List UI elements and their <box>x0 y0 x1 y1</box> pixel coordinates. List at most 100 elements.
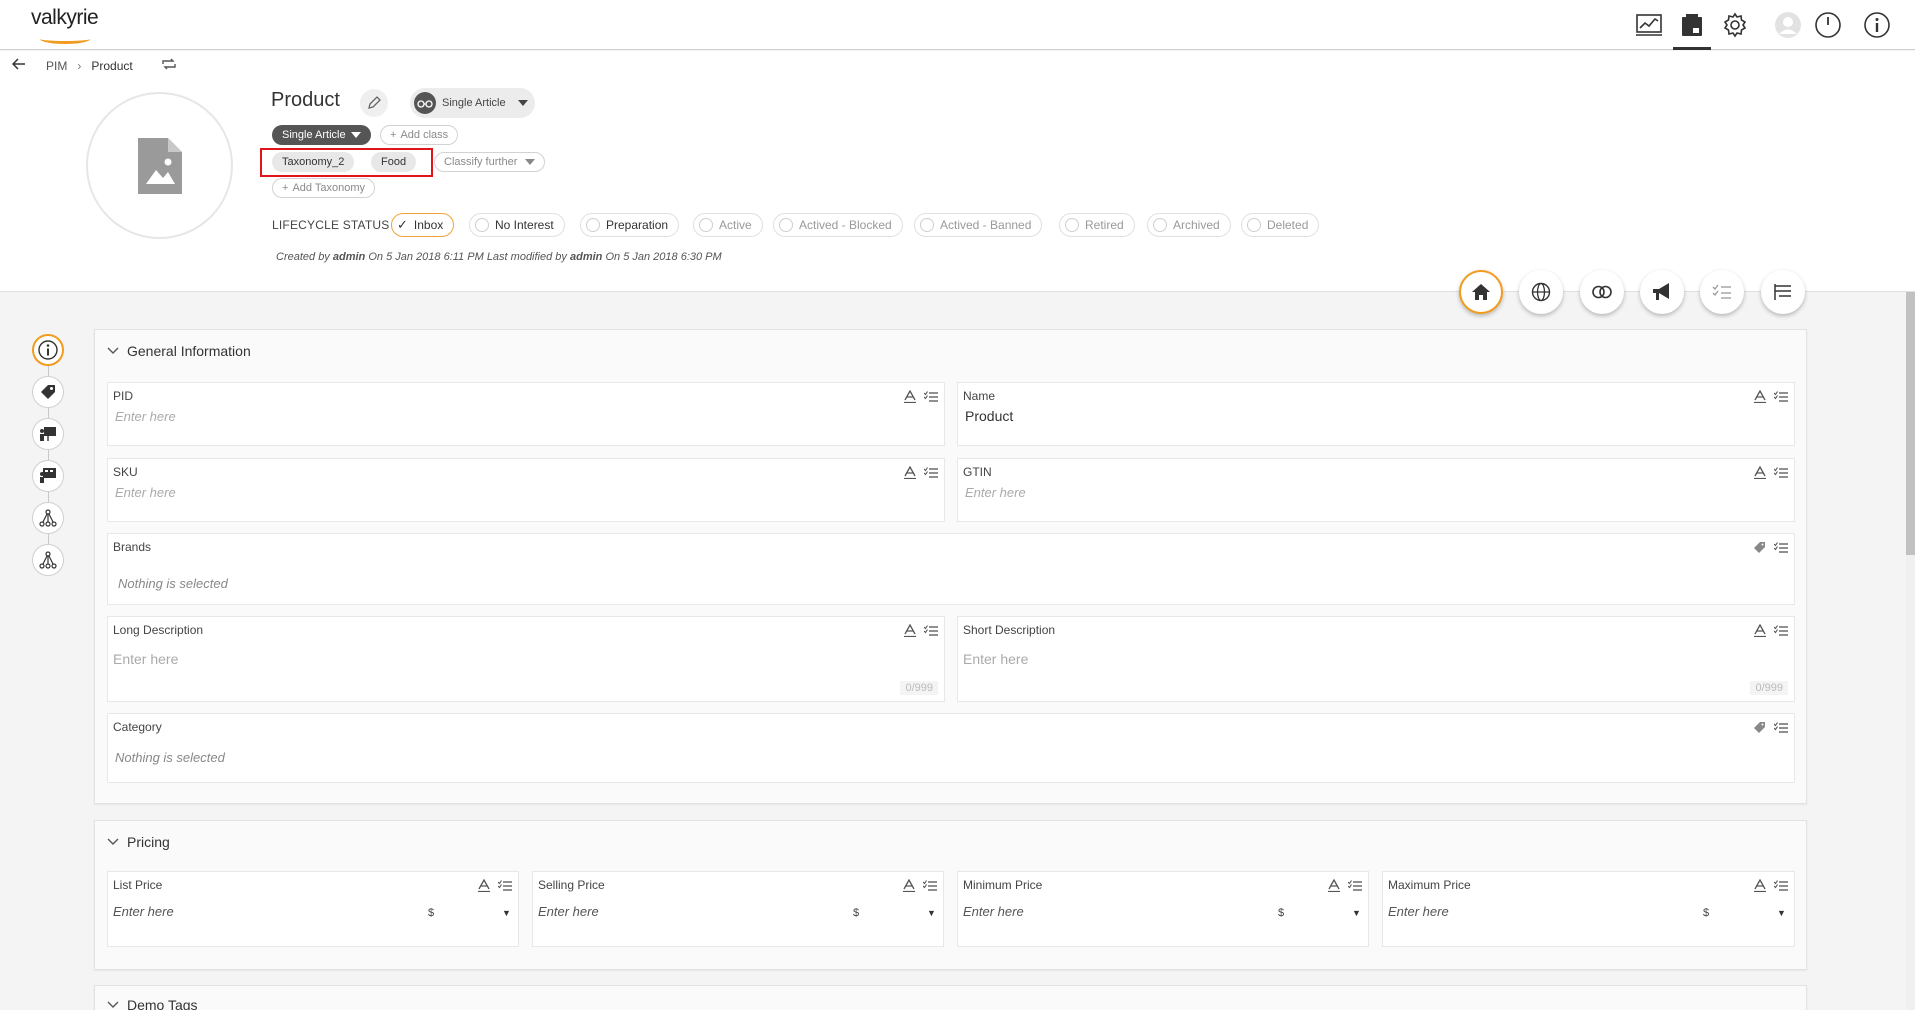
list-options-icon[interactable] <box>1773 721 1788 737</box>
list-options-icon[interactable] <box>1773 466 1788 482</box>
rail-media[interactable] <box>32 460 64 492</box>
pid-input[interactable]: Enter here <box>115 409 176 424</box>
megaphone-icon <box>1653 283 1669 300</box>
class-dropdown[interactable]: Single Article <box>272 125 371 145</box>
home-view-button[interactable] <box>1459 270 1503 314</box>
short-description-input[interactable]: Enter here <box>963 651 1028 667</box>
radio-icon <box>920 218 934 232</box>
status-active[interactable]: Active <box>693 213 763 237</box>
currency-select[interactable]: $ <box>1703 907 1709 919</box>
gtin-input[interactable]: Enter here <box>965 485 1026 500</box>
status-archived[interactable]: Archived <box>1147 213 1231 237</box>
announcement-view-button[interactable] <box>1640 270 1684 314</box>
text-format-icon[interactable] <box>1754 389 1766 406</box>
power-icon[interactable] <box>1813 10 1843 40</box>
selling-price-input[interactable]: Enter here <box>538 904 599 919</box>
status-actived-banned[interactable]: Actived - Banned <box>914 213 1043 237</box>
list-options-icon[interactable] <box>1773 624 1788 640</box>
text-format-icon[interactable] <box>1328 878 1340 895</box>
settings-gear-icon[interactable] <box>1720 10 1750 40</box>
product-image-placeholder[interactable] <box>86 92 233 239</box>
caret-down-icon[interactable]: ▼ <box>502 908 511 918</box>
page-scrollbar-thumb[interactable] <box>1906 292 1915 555</box>
field-label: Minimum Price <box>963 878 1043 892</box>
back-arrow-icon[interactable] <box>11 58 26 73</box>
rail-pricing[interactable] <box>32 376 64 408</box>
category-selector[interactable]: Nothing is selected <box>115 750 225 765</box>
text-format-icon[interactable] <box>1754 623 1766 640</box>
status-preparation[interactable]: Preparation <box>580 213 680 237</box>
refresh-icon[interactable] <box>161 57 177 74</box>
caret-down-icon[interactable]: ▼ <box>1777 908 1786 918</box>
view-selector-dropdown[interactable]: Single Article <box>410 88 535 118</box>
check-icon: ✓ <box>397 217 408 232</box>
caret-down-icon[interactable]: ▼ <box>927 908 936 918</box>
status-actived-blocked[interactable]: Actived - Blocked <box>773 213 903 237</box>
list-options-icon[interactable] <box>923 390 938 406</box>
rail-hierarchy[interactable] <box>32 502 64 534</box>
text-format-icon[interactable] <box>904 465 916 482</box>
info-icon[interactable] <box>1862 10 1892 40</box>
list-options-icon[interactable] <box>497 879 512 895</box>
checklist-view-button[interactable] <box>1700 270 1744 314</box>
list-options-icon[interactable] <box>923 466 938 482</box>
structure-view-button[interactable] <box>1761 270 1805 314</box>
demo-tags-header[interactable]: Demo Tags <box>107 997 198 1010</box>
rail-hierarchy-2[interactable] <box>32 544 64 576</box>
add-class-button[interactable]: + Add class <box>380 125 459 145</box>
list-options-icon[interactable] <box>1773 390 1788 406</box>
list-options-icon[interactable] <box>1773 879 1788 895</box>
text-format-icon[interactable] <box>1754 878 1766 895</box>
currency-select[interactable]: $ <box>1278 907 1284 919</box>
tag-icon[interactable] <box>1753 541 1766 557</box>
maximum-price-input[interactable]: Enter here <box>1388 904 1449 919</box>
tag-icon[interactable] <box>1753 721 1766 737</box>
list-options-icon[interactable] <box>1773 541 1788 557</box>
view-selector-label: Single Article <box>442 97 506 109</box>
general-information-header[interactable]: General Information <box>107 343 251 359</box>
product-icon[interactable] <box>1673 10 1711 50</box>
minimum-price-input[interactable]: Enter here <box>963 904 1024 919</box>
field-label: Selling Price <box>538 878 605 892</box>
long-description-input[interactable]: Enter here <box>113 651 178 667</box>
taxonomy-chip[interactable]: Food <box>371 152 417 172</box>
currency-select[interactable]: $ <box>428 907 434 919</box>
text-format-icon[interactable] <box>1754 465 1766 482</box>
name-input[interactable]: Product <box>965 408 1013 424</box>
status-inbox[interactable]: ✓ Inbox <box>391 213 455 237</box>
text-format-icon[interactable] <box>904 623 916 640</box>
status-no-interest[interactable]: No Interest <box>469 213 565 237</box>
add-taxonomy-button[interactable]: + Add Taxonomy <box>272 178 376 198</box>
list-options-icon[interactable] <box>1347 879 1362 895</box>
classify-further-dropdown[interactable]: Classify further <box>434 152 546 172</box>
taxonomy-chip[interactable]: Taxonomy_2 <box>272 152 355 172</box>
panel-title: General Information <box>127 343 251 359</box>
rail-general-info[interactable] <box>32 334 64 366</box>
text-format-icon[interactable] <box>904 389 916 406</box>
user-avatar-icon[interactable] <box>1773 10 1803 40</box>
list-price-input[interactable]: Enter here <box>113 904 174 919</box>
list-options-icon[interactable] <box>923 624 938 640</box>
created-by-user: admin <box>332 251 366 263</box>
created-on-date: 5 Jan 2018 6:11 PM <box>386 251 484 263</box>
glasses-icon <box>414 92 436 114</box>
text-format-icon[interactable] <box>478 878 490 895</box>
pricing-header[interactable]: Pricing <box>107 834 170 850</box>
status-deleted[interactable]: Deleted <box>1241 213 1320 237</box>
rail-presentation[interactable] <box>32 418 64 450</box>
currency-select[interactable]: $ <box>853 907 859 919</box>
radio-icon <box>699 218 713 232</box>
relations-view-button[interactable] <box>1580 270 1624 314</box>
breadcrumb-pim[interactable]: PIM <box>46 59 67 73</box>
edit-title-button[interactable] <box>360 89 388 117</box>
list-options-icon[interactable] <box>922 879 937 895</box>
dashboard-icon[interactable] <box>1634 10 1664 40</box>
status-retired[interactable]: Retired <box>1059 213 1135 237</box>
sku-input[interactable]: Enter here <box>115 485 176 500</box>
app-logo[interactable]: valkyrie <box>31 6 99 30</box>
globe-view-button[interactable] <box>1519 270 1563 314</box>
caret-down-icon[interactable]: ▼ <box>1352 908 1361 918</box>
text-format-icon[interactable] <box>903 878 915 895</box>
brands-selector[interactable]: Nothing is selected <box>118 576 228 591</box>
plus-icon: + <box>282 182 289 194</box>
